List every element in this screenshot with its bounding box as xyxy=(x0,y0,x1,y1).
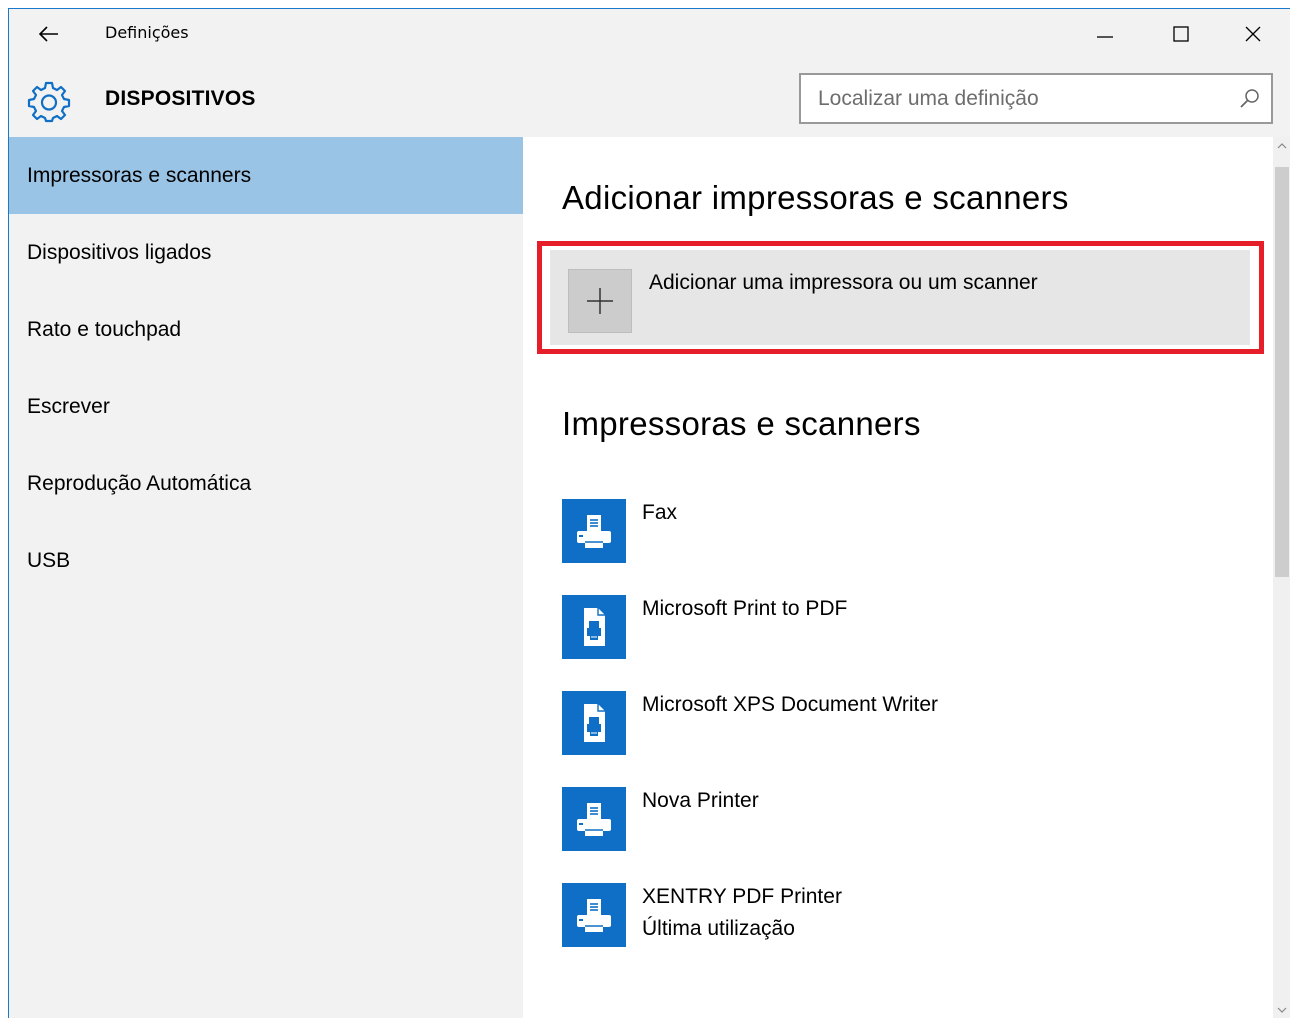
add-section-heading: Adicionar impressoras e scanners xyxy=(562,179,1069,216)
document-printer-icon xyxy=(562,595,626,659)
document-printer-icon xyxy=(562,691,626,755)
printer-item-nova[interactable]: Nova Printer xyxy=(562,787,1222,857)
printer-name: Fax xyxy=(642,501,678,524)
sidebar-nav: Impressoras e scanners Dispositivos liga… xyxy=(9,137,523,1018)
printer-item-xentry[interactable]: XENTRY PDF Printer Última utilização xyxy=(562,883,1222,953)
printer-name: Microsoft XPS Document Writer xyxy=(642,693,939,716)
sidebar-item-label: USB xyxy=(27,548,71,572)
printer-icon xyxy=(562,499,626,563)
sidebar-item-autoplay[interactable]: Reprodução Automática xyxy=(9,445,523,522)
close-icon xyxy=(1245,26,1261,42)
sidebar-item-usb[interactable]: USB xyxy=(9,522,523,599)
sidebar-item-label: Impressoras e scanners xyxy=(27,163,252,187)
minimize-icon xyxy=(1097,36,1113,38)
printer-status: Última utilização xyxy=(642,917,795,940)
printer-icon xyxy=(562,883,626,947)
main-content: Adicionar impressoras e scanners Adicion… xyxy=(523,137,1273,1018)
sidebar-item-typing[interactable]: Escrever xyxy=(9,368,523,445)
chevron-down-icon xyxy=(1277,1007,1287,1013)
chevron-up-icon xyxy=(1277,143,1287,149)
sidebar-item-printers-scanners[interactable]: Impressoras e scanners xyxy=(9,137,523,214)
settings-window: Definições DISPOSITIVOS Localizar uma de… xyxy=(8,8,1290,1018)
scroll-thumb[interactable] xyxy=(1275,167,1289,577)
minimize-button[interactable] xyxy=(1069,9,1141,59)
sidebar-item-label: Escrever xyxy=(27,394,110,418)
sidebar-item-label: Dispositivos ligados xyxy=(27,240,212,264)
printer-name: XENTRY PDF Printer xyxy=(642,885,842,908)
printer-item-print-to-pdf[interactable]: Microsoft Print to PDF xyxy=(562,595,1222,665)
page-title: DISPOSITIVOS xyxy=(105,87,256,110)
plus-tile xyxy=(568,269,632,333)
sidebar-item-label: Reprodução Automática xyxy=(27,471,252,495)
printers-section-heading: Impressoras e scanners xyxy=(562,405,921,442)
search-icon[interactable] xyxy=(1239,88,1261,110)
arrow-left-icon xyxy=(39,26,58,42)
highlight-outline: Adicionar uma impressora ou um scanner xyxy=(537,241,1264,354)
add-printer-button[interactable]: Adicionar uma impressora ou um scanner xyxy=(550,250,1250,345)
plus-icon xyxy=(587,288,613,314)
printer-item-xps-writer[interactable]: Microsoft XPS Document Writer xyxy=(562,691,1222,761)
scroll-down-button[interactable] xyxy=(1273,1001,1290,1018)
search-box[interactable] xyxy=(799,73,1273,124)
maximize-button[interactable] xyxy=(1145,9,1217,59)
gear-icon xyxy=(27,81,71,123)
search-input[interactable] xyxy=(801,75,1221,122)
add-printer-label: Adicionar uma impressora ou um scanner xyxy=(649,271,1038,294)
sidebar-item-connected-devices[interactable]: Dispositivos ligados xyxy=(9,214,523,291)
printer-name: Microsoft Print to PDF xyxy=(642,597,848,620)
sidebar-item-mouse-touchpad[interactable]: Rato e touchpad xyxy=(9,291,523,368)
page-header: DISPOSITIVOS xyxy=(9,59,1290,137)
vertical-scrollbar[interactable] xyxy=(1273,137,1290,1018)
back-button[interactable] xyxy=(29,17,69,51)
scroll-up-button[interactable] xyxy=(1273,137,1290,155)
maximize-icon xyxy=(1173,26,1189,42)
printer-icon xyxy=(562,787,626,851)
close-button[interactable] xyxy=(1217,9,1289,59)
printer-item-fax[interactable]: Fax xyxy=(562,499,1222,569)
window-title: Definições xyxy=(105,23,189,42)
title-bar: Definições xyxy=(9,9,1290,59)
sidebar-item-label: Rato e touchpad xyxy=(27,317,182,341)
printer-name: Nova Printer xyxy=(642,789,759,812)
